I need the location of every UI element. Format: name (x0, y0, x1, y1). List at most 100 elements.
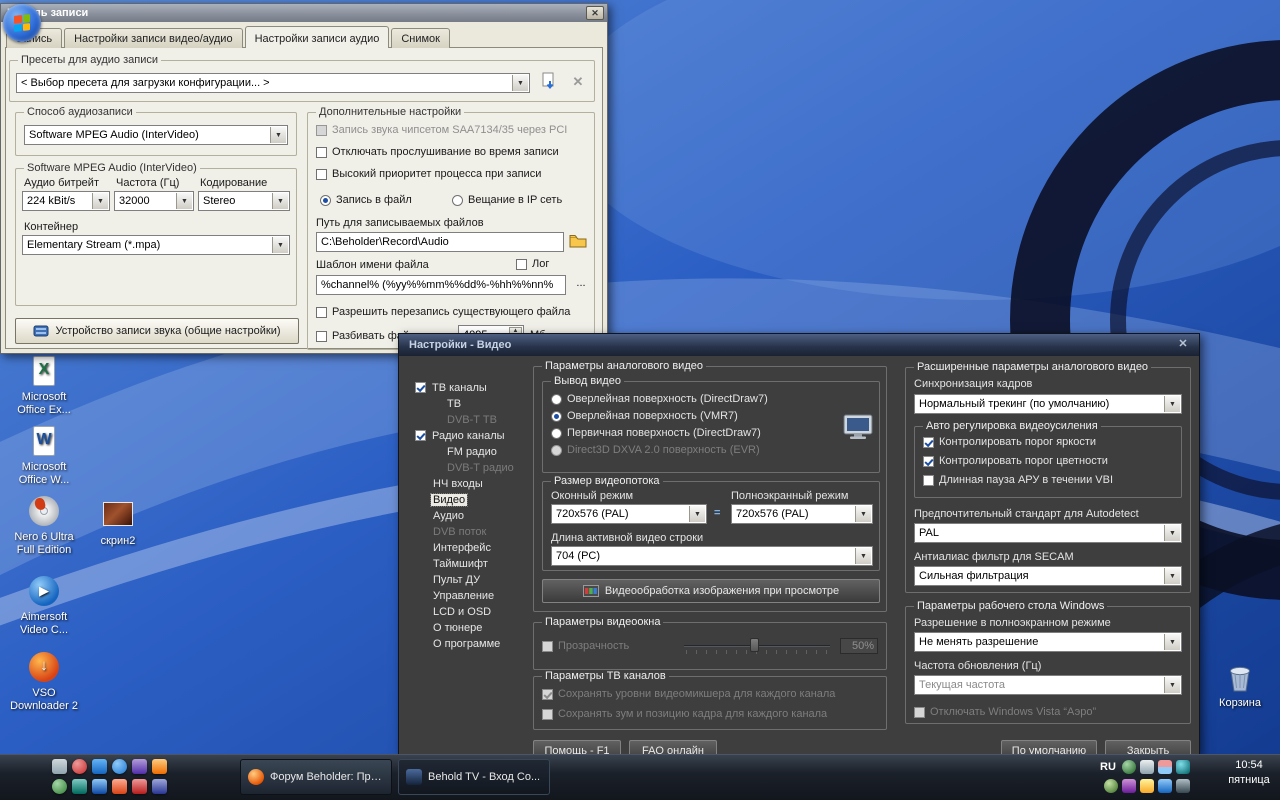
desktop-icon-word[interactable]: W Microsoft Office W... (6, 424, 82, 487)
tree-item-lf-inputs[interactable]: НЧ входы (415, 476, 529, 491)
autodetect-standard-combobox[interactable]: PAL ▼ (914, 523, 1182, 543)
dropdown-arrow-icon[interactable]: ▼ (1164, 396, 1180, 412)
dropdown-arrow-icon[interactable]: ▼ (1164, 525, 1180, 541)
checkbox-agc-pause-vbi[interactable]: Длинная пауза АРУ в течении VBI (923, 473, 1113, 487)
desktop-icon-recycle-bin[interactable]: Корзина (1202, 660, 1278, 710)
checkbox[interactable] (415, 382, 426, 393)
frame-sync-combobox[interactable]: Нормальный трекинг (по умолчанию) ▼ (914, 394, 1182, 414)
save-preset-button[interactable] (540, 72, 560, 92)
radio-primary-directdraw7[interactable]: Первичная поверхность (DirectDraw7) (551, 426, 761, 440)
bitrate-combobox[interactable]: 224 kBit/s ▼ (22, 191, 110, 211)
d ropdown-arrow-icon[interactable]: ▼ (1164, 634, 1180, 650)
fullscreen-size-combobox[interactable]: 720x576 (PAL) ▼ (731, 504, 873, 524)
checkbox[interactable] (316, 331, 327, 342)
radio[interactable] (551, 428, 562, 439)
tree-item-about-tuner[interactable]: О тюнере (415, 620, 529, 635)
tray-icon-1[interactable] (1122, 760, 1136, 774)
tree-item-video[interactable]: Видео (415, 492, 529, 507)
tree-item-audio[interactable]: Аудио (415, 508, 529, 523)
browse-folder-button[interactable] (568, 232, 590, 252)
tab-video-audio-settings[interactable]: Настройки записи видео/аудио (64, 28, 242, 48)
tray-icon-7[interactable] (1140, 779, 1154, 793)
radio-record-to-file[interactable]: Запись в файл (320, 193, 412, 207)
checkbox-mute-while-recording[interactable]: Отключать прослушивание во время записи (316, 145, 559, 159)
checkbox[interactable] (516, 259, 527, 270)
checkbox[interactable] (415, 430, 426, 441)
checkbox-saa-pci[interactable]: Запись звука чипсетом SAA7134/35 через P… (316, 123, 567, 137)
tray-icon-4[interactable] (1176, 760, 1190, 774)
tray-icon-2[interactable] (1140, 760, 1154, 774)
tree-item-tv[interactable]: ТВ (415, 396, 529, 411)
desktop-icon-excel[interactable]: X Microsoft Office Ex... (6, 354, 82, 417)
tree-item-timeshift[interactable]: Таймшифт (415, 556, 529, 571)
desktop-icon-nero[interactable]: Nero 6 Ultra Full Edition (6, 494, 82, 557)
frequency-combobox[interactable]: 32000 ▼ (114, 191, 194, 211)
dropdown-arrow-icon[interactable]: ▼ (92, 193, 108, 209)
quicklaunch-icon-11[interactable] (132, 779, 147, 794)
checkbox[interactable] (316, 169, 327, 180)
quicklaunch-icon-12[interactable] (152, 779, 167, 794)
checkbox-allow-overwrite[interactable]: Разрешить перезапись существующего файла (316, 305, 570, 319)
quicklaunch-icon-7[interactable] (52, 779, 67, 794)
tray-icon-3[interactable] (1158, 760, 1172, 774)
tree-item-dvb-stream[interactable]: DVB поток (415, 524, 529, 539)
desktop-icon-aimersoft[interactable]: ▶ Aimersoft Video C... (6, 574, 82, 637)
fullscreen-resolution-combobox[interactable]: Не менять разрешение ▼ (914, 632, 1182, 652)
radio[interactable] (551, 394, 562, 405)
tree-item-tv-channels[interactable]: ТВ каналы (415, 380, 529, 395)
dropdown-arrow-icon[interactable]: ▼ (1164, 677, 1180, 693)
record-path-input[interactable]: C:\Beholder\Record\Audio (316, 232, 564, 252)
checkbox-log[interactable]: Лог (516, 257, 549, 271)
checkbox[interactable] (542, 689, 553, 700)
checkbox-chroma-threshold[interactable]: Контролировать порог цветности (923, 454, 1108, 468)
checkbox-transparency[interactable]: Прозрачность (542, 639, 629, 653)
recording-panel-titlebar[interactable]: Панель записи ✕ (1, 4, 607, 22)
tab-snapshot[interactable]: Снимок (391, 28, 450, 48)
tree-item-interface[interactable]: Интерфейс (415, 540, 529, 555)
tray-icon-6[interactable] (1122, 779, 1136, 793)
radio[interactable] (551, 411, 562, 422)
dropdown-arrow-icon[interactable]: ▼ (1164, 568, 1180, 584)
tray-icon-8[interactable] (1158, 779, 1172, 793)
radio[interactable] (320, 195, 331, 206)
quicklaunch-icon-6[interactable] (152, 759, 167, 774)
tree-item-fm-radio[interactable]: FM радио (415, 444, 529, 459)
coding-combobox[interactable]: Stereo ▼ (198, 191, 290, 211)
tray-icon-5[interactable] (1104, 779, 1118, 793)
radio-overlay-vmr7[interactable]: Оверлейная поверхность (VMR7) (551, 409, 738, 423)
checkbox[interactable] (316, 307, 327, 318)
dropdown-arrow-icon[interactable]: ▼ (855, 506, 871, 522)
quicklaunch-icon-2[interactable] (72, 759, 87, 774)
radio-ip-broadcast[interactable]: Вещание в IP сеть (452, 193, 562, 207)
container-combobox[interactable]: Elementary Stream (*.mpa) ▼ (22, 235, 290, 255)
help-button[interactable]: Помощь - F1 (533, 740, 621, 755)
quicklaunch-icon-10[interactable] (112, 779, 127, 794)
tree-item-dvbt-tv[interactable]: DVB-T ТВ (415, 412, 529, 427)
taskbar-button-behold-tv[interactable]: Behold TV - Вход Со... (398, 759, 550, 795)
quicklaunch-icon-9[interactable] (92, 779, 107, 794)
checkbox[interactable] (923, 475, 934, 486)
faq-online-button[interactable]: FAQ онлайн (629, 740, 717, 755)
quicklaunch-icon-3[interactable] (92, 759, 107, 774)
dropdown-arrow-icon[interactable]: ▼ (512, 75, 528, 91)
checkbox[interactable] (923, 437, 934, 448)
refresh-rate-combobox[interactable]: Текущая частота ▼ (914, 675, 1182, 695)
checkbox-brightness-threshold[interactable]: Контролировать порог яркости (923, 435, 1096, 449)
taskbar-button-firefox[interactable]: Форум Beholder: Про... (240, 759, 392, 795)
dropdown-arrow-icon[interactable]: ▼ (272, 193, 288, 209)
tree-item-remote[interactable]: Пульт ДУ (415, 572, 529, 587)
filename-template-input[interactable]: %channel% (%yy%%mm%%dd%-%hh%%nn% (316, 275, 566, 295)
video-processing-button[interactable]: Видеообработка изображения при просмотре (542, 579, 880, 603)
tree-item-dvbt-radio[interactable]: DVB-T радио (415, 460, 529, 475)
desktop-icon-skrin2[interactable]: скрин2 (80, 498, 156, 548)
dropdown-arrow-icon[interactable]: ▼ (270, 127, 286, 143)
quicklaunch-icon-5[interactable] (132, 759, 147, 774)
dropdown-arrow-icon[interactable]: ▼ (176, 193, 192, 209)
radio-overlay-directdraw7[interactable]: Оверлейная поверхность (DirectDraw7) (551, 392, 768, 406)
quicklaunch-icon-8[interactable] (72, 779, 87, 794)
close-icon[interactable]: ✕ (1173, 338, 1193, 352)
checkbox[interactable] (542, 641, 553, 652)
radio[interactable] (551, 445, 562, 456)
tab-audio-settings[interactable]: Настройки записи аудио (245, 26, 390, 48)
transparency-slider-thumb[interactable] (750, 638, 759, 652)
